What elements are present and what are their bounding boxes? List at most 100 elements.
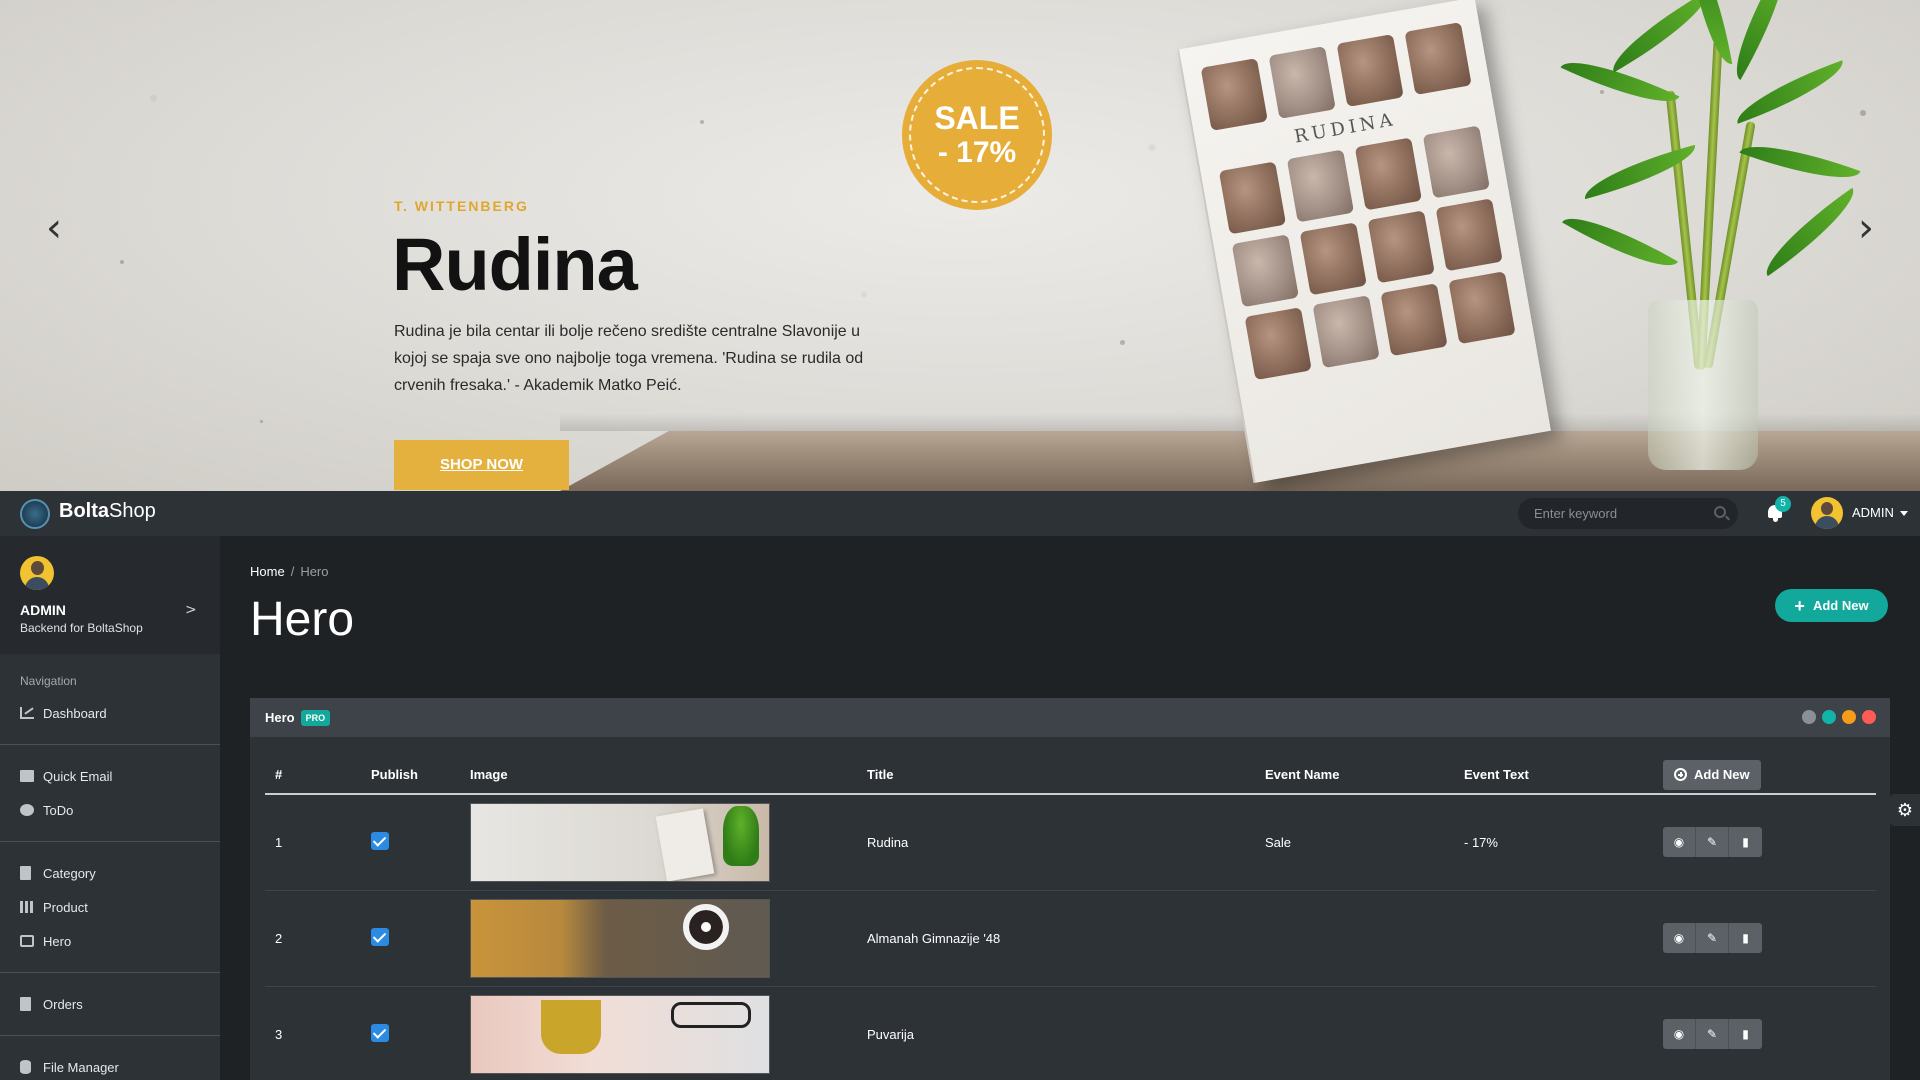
add-new-button-label: Add New — [1812, 598, 1869, 613]
row-image — [460, 986, 857, 1080]
publish-checkbox[interactable] — [371, 1023, 389, 1042]
sidebar-item-label: Dashboard — [43, 705, 107, 721]
row-number: 1 — [265, 794, 361, 891]
sidebar-divider — [0, 1035, 220, 1036]
sidebar-item-hero[interactable]: Hero — [0, 924, 220, 958]
reload-icon[interactable] — [1822, 710, 1836, 724]
chevron-right-icon[interactable]: > — [185, 602, 197, 618]
sidebar-item-category[interactable]: Category — [0, 856, 220, 890]
sale-badge: SALE - 17% — [902, 60, 1052, 210]
edit-icon: ✎ — [1706, 835, 1718, 850]
breadcrumb-separator: / — [290, 564, 295, 579]
sidebar-item-label: Quick Email — [43, 768, 113, 784]
edit-button[interactable]: ✎ — [1696, 1019, 1729, 1049]
view-button[interactable]: ◉ — [1663, 1019, 1696, 1049]
publish-checkbox[interactable] — [371, 927, 389, 946]
col-header-event-name: Event Name — [1255, 756, 1454, 795]
database-icon — [20, 1060, 31, 1074]
panel-title: Hero — [265, 710, 295, 725]
user-avatar[interactable] — [1811, 497, 1843, 529]
table-add-new-label: Add New — [1694, 767, 1750, 782]
add-new-button[interactable]: + Add New — [1775, 589, 1888, 622]
row-publish — [361, 890, 460, 987]
search-icon[interactable] — [1714, 506, 1726, 518]
panel-header: Hero PRO — [250, 698, 1890, 737]
main-content: Home / Hero Hero + Add New Hero PRO # Publ… — [220, 536, 1920, 1080]
sidebar-item-dashboard[interactable]: Dashboard — [0, 696, 220, 730]
sidebar-item-label: File Manager — [43, 1059, 119, 1075]
logo-icon[interactable] — [20, 499, 50, 529]
page-title: Hero — [250, 593, 355, 646]
row-event-text: - 17% — [1454, 794, 1653, 891]
row-number: 2 — [265, 890, 361, 987]
hero-thumbnail — [470, 898, 770, 978]
trash-icon: ▮ — [1742, 931, 1749, 945]
row-actions: ◉ ✎ ▮ — [1653, 986, 1876, 1080]
hero-thumbnail — [470, 994, 770, 1074]
file-icon — [20, 866, 31, 880]
col-header-number: # — [265, 756, 361, 795]
brand-name[interactable]: BoltaShop — [59, 500, 156, 523]
collapse-icon[interactable] — [1842, 710, 1856, 724]
plus-icon: + — [1794, 595, 1805, 616]
panel-tools — [1802, 710, 1876, 724]
sidebar-item-file-manager[interactable]: File Manager — [0, 1050, 220, 1080]
sidebar-divider — [0, 972, 220, 973]
col-header-publish: Publish — [361, 756, 460, 795]
expand-icon[interactable] — [1802, 710, 1816, 724]
sidebar-item-quick-email[interactable]: Quick Email — [0, 759, 220, 793]
delete-button[interactable]: ▮ — [1729, 1019, 1762, 1049]
row-event-name: Sale — [1255, 794, 1454, 891]
cast-icon — [20, 935, 34, 947]
col-header-event-text: Event Text — [1454, 756, 1653, 795]
pro-badge: PRO — [300, 709, 331, 726]
table-row: 3 Puvarija ◉ ✎ ▮ — [265, 986, 1876, 1080]
close-icon[interactable] — [1862, 710, 1876, 724]
row-event-name — [1255, 890, 1454, 987]
row-title: Puvarija — [857, 986, 1255, 1080]
row-image — [460, 890, 857, 987]
edit-icon: ✎ — [1706, 931, 1718, 945]
edit-button[interactable]: ✎ — [1696, 827, 1729, 858]
row-title: Almanah Gimnazije '48 — [857, 890, 1255, 987]
nav-heading: Navigation — [20, 674, 77, 688]
sidebar-item-orders[interactable]: Orders — [0, 987, 220, 1021]
breadcrumb-current: Hero — [300, 564, 329, 579]
gear-icon[interactable]: ⚙ — [1890, 794, 1920, 826]
delete-button[interactable]: ▮ — [1729, 923, 1762, 953]
trash-icon: ▮ — [1742, 1027, 1749, 1041]
sale-badge-percent: - 17% — [937, 136, 1017, 169]
carousel-prev-icon[interactable]: ‹ — [34, 208, 74, 248]
user-menu-label: ADMIN — [1852, 505, 1894, 520]
delete-button[interactable]: ▮ — [1729, 827, 1762, 858]
hero-thumbnail — [470, 802, 770, 882]
row-event-text — [1454, 890, 1653, 987]
brand-name-bold: Bolta — [59, 500, 109, 522]
user-menu[interactable]: ADMIN — [1852, 505, 1908, 520]
eye-icon: ◉ — [1673, 931, 1685, 945]
carousel-next-icon[interactable]: › — [1846, 208, 1886, 248]
shop-now-button[interactable]: SHOP NOW — [394, 440, 569, 490]
sidebar-profile[interactable]: ADMIN Backend for BoltaShop > — [0, 536, 220, 654]
table-row: 2 Almanah Gimnazije '48 ◉ ✎ ▮ — [265, 890, 1876, 987]
eye-icon: ◉ — [1673, 835, 1685, 850]
wall-speck — [260, 420, 263, 423]
profile-avatar — [20, 556, 54, 590]
barcode-icon — [20, 901, 34, 913]
row-image — [460, 794, 857, 891]
wall-speck — [1600, 90, 1604, 94]
breadcrumb-home[interactable]: Home — [250, 564, 285, 579]
publish-checkbox[interactable] — [371, 831, 389, 850]
chart-line-icon — [20, 707, 34, 719]
row-actions: ◉ ✎ ▮ — [1653, 890, 1876, 987]
search-input[interactable] — [1518, 498, 1738, 529]
row-title: Rudina — [857, 794, 1255, 891]
edit-button[interactable]: ✎ — [1696, 923, 1729, 953]
sidebar-item-product[interactable]: Product — [0, 890, 220, 924]
wall-speck — [1120, 340, 1125, 345]
table-row: 1 Rudina Sale - 17% ◉ ✎ ▮ — [265, 794, 1876, 891]
view-button[interactable]: ◉ — [1663, 923, 1696, 953]
view-button[interactable]: ◉ — [1663, 827, 1696, 858]
sidebar-item-todo[interactable]: ToDo — [0, 793, 220, 827]
table-add-new-button[interactable]: Add New — [1663, 759, 1761, 790]
